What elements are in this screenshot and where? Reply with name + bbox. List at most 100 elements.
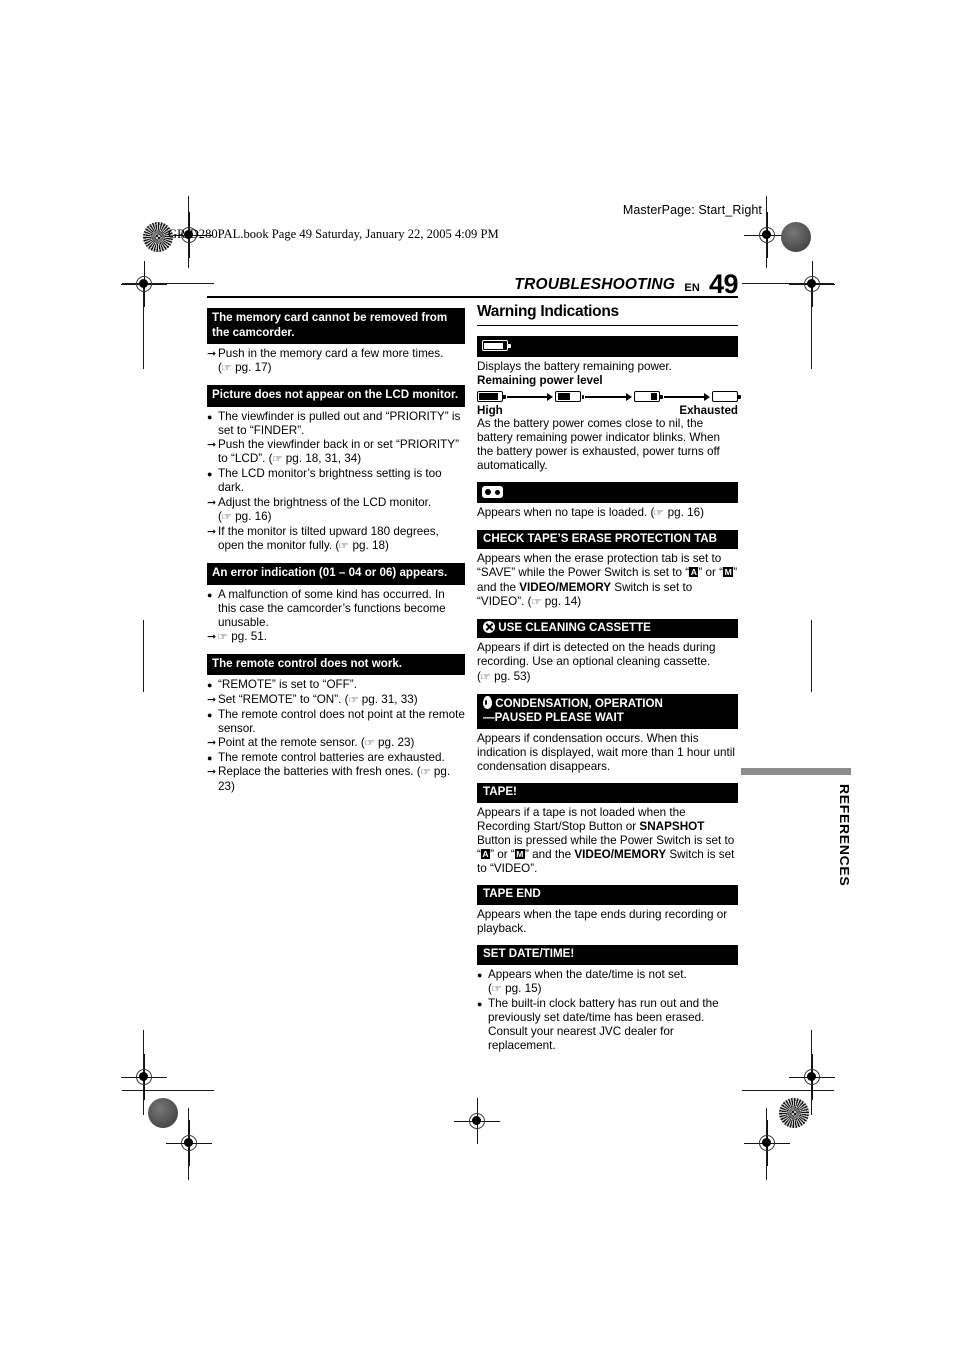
- arrow-right-icon: [581, 391, 633, 403]
- warning-body-set-date-time: ● Appears when the date/time is not set.…: [477, 968, 738, 1054]
- solution-block-remote-control: ● “REMOTE” is set to “OFF”. ➞ Set “REMOT…: [207, 678, 465, 794]
- crop-rule-left-mid: [143, 620, 145, 692]
- problem-heading-memory-card: The memory card cannot be removed from t…: [207, 308, 465, 345]
- page-ref-label: pg. 18: [352, 538, 385, 552]
- warning-body-no-tape: Appears when no tape is loaded. (☞ pg. 1…: [477, 506, 738, 521]
- page-ref-label: pg. 15: [505, 981, 538, 995]
- arrow-icon: ➞: [207, 348, 217, 361]
- page-number: 49: [708, 269, 739, 299]
- warning-bar-tape-end: TAPE END: [477, 885, 738, 905]
- page-ref-label: pg. 14: [544, 594, 578, 608]
- book-file-slug: GR-D280PAL.book Page 49 Saturday, Januar…: [168, 227, 499, 241]
- video-memory-switch-label: VIDEO/MEMORY: [574, 847, 667, 861]
- arrow-right-icon: [660, 391, 712, 403]
- circle-x-icon: [483, 620, 495, 633]
- pointing-hand-icon: ☞: [490, 983, 502, 995]
- list-item: ● A malfunction of some kind has occurre…: [207, 588, 465, 630]
- list-item: ➞ Push in the memory card a few more tim…: [207, 347, 465, 361]
- list-item-label: The LCD monitor’s brightness setting is …: [218, 467, 442, 495]
- battery-level-label: Remaining power level: [477, 373, 603, 387]
- erase-tab-part-2: ” or “: [698, 566, 724, 580]
- cleaning-text: Appears if dirt is detected on the heads…: [477, 641, 738, 669]
- battery-level-scale: [477, 391, 741, 403]
- bullet-icon: ●: [207, 589, 213, 600]
- pointing-hand-icon: ☞: [530, 596, 542, 608]
- warning-body-cleaning-cassette: Appears if dirt is detected on the heads…: [477, 641, 738, 684]
- side-tab-bar: [741, 768, 851, 775]
- rosette-mark-bottom-right: [779, 1098, 809, 1128]
- snapshot-button-label: SNAPSHOT: [639, 819, 705, 833]
- arrow-icon: ➞: [207, 525, 217, 538]
- list-item-label: The viewfinder is pulled out and “PRIORI…: [218, 409, 461, 438]
- warning-bar-condensation: CONDENSATION, OPERATION —PAUSED PLEASE W…: [477, 693, 738, 729]
- battery-1-bar-icon: [633, 391, 663, 403]
- warning-bar-battery: [477, 336, 738, 357]
- warning-body-tape-exclamation: Appears if a tape is not loaded when the…: [477, 806, 738, 876]
- list-item-label: Replace the batteries with fresh ones.: [218, 765, 414, 779]
- arrow-right-icon: [503, 391, 555, 403]
- power-switch-manual-icon: M: [723, 567, 734, 578]
- left-column: The memory card cannot be removed from t…: [207, 308, 465, 803]
- bullet-icon: ●: [477, 998, 483, 1009]
- bullet-icon: ●: [207, 469, 213, 480]
- pointing-hand-icon: ☞: [220, 363, 232, 375]
- pointing-hand-icon: ☞: [347, 694, 359, 706]
- video-memory-switch-label: VIDEO/MEMORY: [519, 580, 612, 594]
- battery-icon: [482, 340, 511, 352]
- page-ref-label: pg. 17: [235, 361, 268, 375]
- no-tape-tail: ): [700, 505, 705, 519]
- warning-bar-tape-exclamation: TAPE!: [477, 783, 738, 803]
- page-header: TROUBLESHOOTING EN 49: [207, 269, 739, 299]
- pointing-hand-icon: ☞: [220, 511, 232, 523]
- list-item-ref: (☞ pg. 16): [207, 510, 465, 525]
- battery-level-high-label: High: [477, 403, 503, 417]
- rosette-mark-bottom-left: [148, 1098, 178, 1128]
- list-item-ref: (☞ pg. 17): [207, 361, 465, 376]
- tape-excl-part-4: ” and the: [524, 847, 575, 861]
- page-title: TROUBLESHOOTING: [514, 276, 675, 293]
- registration-crosshair-tr: [744, 212, 790, 258]
- list-item: ● Appears when the date/time is not set.: [477, 968, 738, 982]
- list-item: ➞ Replace the batteries with fresh ones.…: [207, 765, 451, 794]
- list-item-label: The remote control does not point at the…: [218, 707, 465, 735]
- list-item: ➞ ☞ pg. 51.: [207, 630, 465, 645]
- warning-body-condensation: Appears if condensation occurs. When thi…: [477, 732, 738, 774]
- battery-2-bars-icon: [555, 391, 585, 403]
- crop-rule-bottom-right: [742, 1090, 834, 1092]
- list-item-label: Appears when the date/time is not set.: [488, 967, 687, 981]
- page-ref-label: pg. 16: [667, 505, 701, 519]
- list-item: ● The remote control does not point at t…: [207, 708, 465, 736]
- registration-crosshair-bl2: [166, 1120, 212, 1166]
- tape-excl-text: Appears if a tape is not loaded when the…: [477, 806, 738, 876]
- solution-block-memory-card: ➞ Push in the memory card a few more tim…: [207, 347, 465, 376]
- erase-tab-text: Appears when the erase protection tab is…: [477, 552, 738, 609]
- cleaning-ref: (☞ pg. 53): [477, 670, 738, 685]
- arrow-icon: ➞: [207, 439, 217, 452]
- list-item-label: Push in the memory card a few more times…: [218, 347, 444, 361]
- warning-bar-erase-protection-tab: CHECK TAPE’S ERASE PROTECTION TAB: [477, 529, 738, 550]
- warning-body-battery: Displays the battery remaining power. Re…: [477, 359, 741, 473]
- list-item: ● “REMOTE” is set to “OFF”.: [207, 678, 465, 692]
- pointing-hand-icon: ☞: [338, 540, 350, 552]
- page-ref-label: pg. 23: [378, 735, 411, 749]
- registration-crosshair-bc: [454, 1098, 500, 1144]
- bullet-icon: ●: [207, 411, 213, 422]
- rosette-mark-top-right: [781, 222, 811, 252]
- solution-block-lcd: ● The viewfinder is pulled out and “PRIO…: [207, 410, 465, 554]
- bullet-icon: ●: [207, 752, 213, 763]
- battery-level-endpoints: High Exhausted: [477, 404, 738, 417]
- list-item-label: If the monitor is tilted upward 180 degr…: [218, 524, 439, 552]
- condensation-text: Appears if condensation occurs. When thi…: [477, 731, 735, 773]
- page-ref-label: pg. 53: [494, 669, 527, 683]
- battery-intro: Displays the battery remaining power.: [477, 359, 672, 373]
- pointing-hand-icon: ☞: [419, 767, 431, 779]
- bullet-icon: ●: [477, 969, 483, 980]
- registration-crosshair-tl2: [121, 261, 167, 307]
- crop-rule-right-mid: [811, 620, 813, 692]
- warning-body-erase-protection-tab: Appears when the erase protection tab is…: [477, 552, 738, 609]
- cleaning-label: Appears if dirt is detected on the heads…: [477, 641, 716, 669]
- power-switch-manual-icon: M: [514, 848, 525, 859]
- list-item: ➞ If the monitor is tilted upward 180 de…: [207, 525, 465, 554]
- registration-crosshair-br: [789, 1054, 835, 1100]
- tape-excl-part-3: ” or “: [490, 847, 515, 861]
